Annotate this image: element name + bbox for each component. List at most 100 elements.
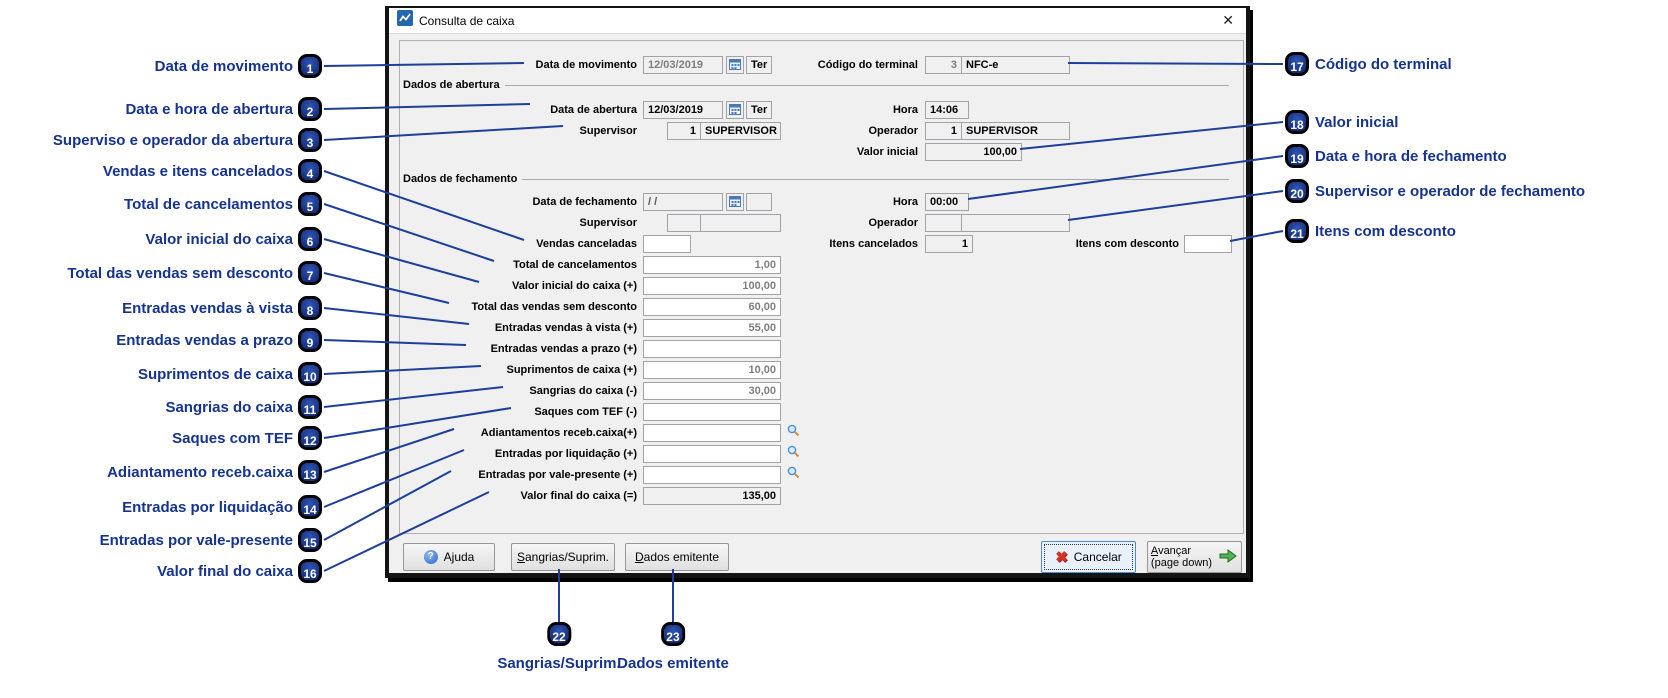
callout-19: 19Data e hora de fechamento xyxy=(1285,141,1507,171)
hora-fechamento-field[interactable]: 00:00 xyxy=(925,193,969,211)
operador-fechamento-name-field[interactable] xyxy=(961,214,1070,232)
callout-label: Total de cancelamentos xyxy=(124,196,293,213)
field-label: Valor final do caixa (=) xyxy=(399,487,637,505)
row-entradas-liquidacao: Entradas por liquidação (+) xyxy=(389,445,1249,463)
itens-cancelados-label: Itens cancelados xyxy=(769,235,918,253)
field-label: Entradas vendas a prazo (+) xyxy=(399,340,637,358)
itens-com-desconto-field[interactable] xyxy=(1184,235,1232,253)
row-adiantamentos: Adiantamentos receb.caixa(+) xyxy=(389,424,1249,442)
help-icon: ? xyxy=(424,550,438,564)
row-suprimentos: Suprimentos de caixa (+) 10,00 xyxy=(389,361,1249,379)
vendas-canceladas-label: Vendas canceladas xyxy=(399,235,637,253)
ajuda-button[interactable]: ? Ajuda xyxy=(403,543,495,571)
sangrias-suprim-button[interactable]: Sangrias/Suprim. xyxy=(511,543,615,571)
field-label: Entradas por liquidação (+) xyxy=(399,445,637,463)
entradas-vale-presente-field[interactable] xyxy=(643,466,781,484)
field-label: Total de cancelamentos xyxy=(399,256,637,274)
total-vendas-sem-desconto-field[interactable]: 60,00 xyxy=(643,298,781,316)
callout-badge: 17 xyxy=(1285,52,1309,76)
callout-badge: 9 xyxy=(298,328,322,352)
operador-fechamento-code-field[interactable] xyxy=(925,214,962,232)
adiantamentos-field[interactable] xyxy=(643,424,781,442)
search-button[interactable] xyxy=(787,424,801,440)
callout-badge: 11 xyxy=(298,395,322,419)
callout-label: Superviso e operador da abertura xyxy=(53,132,293,149)
group-dados-fechamento: Dados de fechamento xyxy=(403,172,1229,186)
cancelar-button[interactable]: ✖ Cancelar xyxy=(1041,541,1136,573)
dados-emitente-button[interactable]: Dados emitente xyxy=(625,543,729,571)
callout-label: Entradas por liquidação xyxy=(122,499,293,516)
cancel-x-icon: ✖ xyxy=(1055,550,1068,565)
data-movimento-field[interactable]: 12/03/2019 xyxy=(643,56,723,74)
entradas-prazo-field[interactable] xyxy=(643,340,781,358)
title-bar[interactable]: Consulta de caixa ✕ xyxy=(389,8,1246,34)
callout-3: Superviso e operador da abertura3 xyxy=(0,125,322,155)
operador-abertura-name-field[interactable]: SUPERVISOR xyxy=(961,122,1070,140)
suprimentos-field[interactable]: 10,00 xyxy=(643,361,781,379)
callout-label: Valor inicial xyxy=(1315,114,1398,131)
vendas-canceladas-field[interactable] xyxy=(643,235,691,253)
codigo-terminal-name-field[interactable]: NFC-e xyxy=(961,56,1070,74)
callout-label: Total das vendas sem desconto xyxy=(67,265,293,282)
supervisor-abertura-code-field[interactable]: 1 xyxy=(667,122,701,140)
field-label: Entradas por vale-presente (+) xyxy=(399,466,637,484)
callout-18: 18Valor inicial xyxy=(1285,107,1398,137)
calendar-icon xyxy=(729,58,741,73)
close-icon[interactable]: ✕ xyxy=(1218,12,1238,29)
magnifier-icon xyxy=(787,424,800,440)
valor-final-field[interactable]: 135,00 xyxy=(643,487,781,505)
valor-inicial-caixa-field[interactable]: 100,00 xyxy=(643,277,781,295)
group-label: Dados de fechamento xyxy=(403,173,517,185)
data-abertura-field[interactable]: 12/03/2019 xyxy=(643,101,723,119)
total-cancelamentos-field[interactable]: 1,00 xyxy=(643,256,781,274)
search-button[interactable] xyxy=(787,445,801,461)
operador-abertura-label: Operador xyxy=(769,122,918,140)
group-dados-abertura: Dados de abertura xyxy=(403,78,1229,92)
itens-cancelados-field[interactable]: 1 xyxy=(925,235,973,253)
callout-16: Valor final do caixa16 xyxy=(0,556,322,586)
field-label: Valor inicial do caixa (+) xyxy=(399,277,637,295)
callout-label: Entradas por vale-presente xyxy=(100,532,293,549)
callout-2: Data e hora de abertura2 xyxy=(0,94,322,124)
calendar-button[interactable] xyxy=(726,101,744,119)
avancar-button[interactable]: Avançar (page down) xyxy=(1147,541,1242,573)
callout-14: Entradas por liquidação14 xyxy=(0,492,322,522)
callout-17: 17Código do terminal xyxy=(1285,49,1452,79)
callout-11: Sangrias do caixa11 xyxy=(0,392,322,422)
data-fechamento-field[interactable]: / / xyxy=(643,193,723,211)
callout-badge: 13 xyxy=(298,460,322,484)
calendar-button[interactable] xyxy=(726,56,744,74)
callout-13: Adiantamento receb.caixa13 xyxy=(0,457,322,487)
valor-inicial-field[interactable]: 100,00 xyxy=(925,143,1022,161)
row-entradas-prazo: Entradas vendas a prazo (+) xyxy=(389,340,1249,358)
row-data-fechamento: Data de fechamento / / Hora 00:00 xyxy=(389,193,1249,211)
callout-badge: 21 xyxy=(1285,219,1309,243)
operador-fechamento-label: Operador xyxy=(769,214,918,232)
operador-abertura-code-field[interactable]: 1 xyxy=(925,122,962,140)
app-icon xyxy=(397,10,413,31)
row-vendas-canceladas: Vendas canceladas Itens cancelados 1 Ite… xyxy=(389,235,1249,253)
field-label: Suprimentos de caixa (+) xyxy=(399,361,637,379)
sangrias-field[interactable]: 30,00 xyxy=(643,382,781,400)
supervisor-fechamento-label: Supervisor xyxy=(399,214,637,232)
hora-abertura-field[interactable]: 14:06 xyxy=(925,101,969,119)
magnifier-icon xyxy=(787,445,800,461)
hora-abertura-label: Hora xyxy=(769,101,918,119)
callout-badge: 7 xyxy=(298,261,322,285)
search-button[interactable] xyxy=(787,466,801,482)
field-label: Adiantamentos receb.caixa(+) xyxy=(399,424,637,442)
supervisor-fechamento-code-field[interactable] xyxy=(667,214,701,232)
saques-tef-field[interactable] xyxy=(643,403,781,421)
entradas-liquidacao-field[interactable] xyxy=(643,445,781,463)
callout-badge: 6 xyxy=(298,227,322,251)
callout-6: Valor inicial do caixa6 xyxy=(0,224,322,254)
codigo-terminal-code-field[interactable]: 3 xyxy=(925,56,962,74)
data-abertura-label: Data de abertura xyxy=(399,101,637,119)
calendar-button[interactable] xyxy=(726,193,744,211)
callout-badge: 16 xyxy=(298,559,322,583)
field-label: Saques com TEF (-) xyxy=(399,403,637,421)
entradas-vista-field[interactable]: 55,00 xyxy=(643,319,781,337)
hora-fechamento-label: Hora xyxy=(769,193,918,211)
callout-badge: 2 xyxy=(298,97,322,121)
row-supervisor-fechamento: Supervisor Operador xyxy=(389,214,1249,232)
